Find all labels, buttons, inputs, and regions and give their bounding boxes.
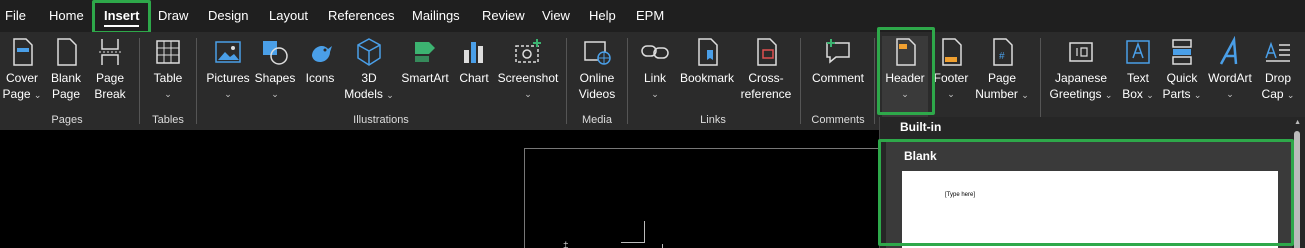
group-label-illustrations: Illustrations [353,114,409,126]
video-icon [581,36,613,68]
group-label-comments: Comments [811,114,865,126]
icons-button[interactable]: Icons [302,36,338,86]
group-separator [627,38,628,124]
page-number-icon: # [986,36,1018,68]
drop-cap-icon [1262,36,1294,68]
menu-draw[interactable]: Draw [158,0,188,32]
group-label-tables: Tables [152,114,184,126]
blank-page-icon [50,36,82,68]
wordart-button[interactable]: WordArt ⌄ [1206,36,1254,102]
comment-button[interactable]: Comment [808,36,868,86]
menu-design[interactable]: Design [208,0,248,32]
menu-bar: File Home Insert Draw Design Layout Refe… [0,0,1305,32]
online-videos-button[interactable]: Online Videos [574,36,620,102]
icons-icon [304,36,336,68]
gallery-scrollbar[interactable] [1294,131,1300,248]
cover-page-icon [6,36,38,68]
chart-button[interactable]: Chart [456,36,492,86]
table-icon [152,36,184,68]
wordart-icon [1214,36,1246,68]
smartart-icon [409,36,441,68]
pictures-icon [212,36,244,68]
chart-icon [458,36,490,68]
built-in-section-label: Built-in [900,120,942,134]
group-label-pages: Pages [51,114,83,126]
shapes-button[interactable]: Shapes ⌄ [254,36,296,102]
quick-parts-button[interactable]: Quick Parts ⌄ [1160,36,1204,103]
menu-file[interactable]: File [5,0,26,32]
footer-button[interactable]: Footer ⌄ [932,36,970,102]
shapes-icon [259,36,291,68]
group-label-links: Links [700,114,726,126]
bookmark-icon [691,36,723,68]
group-separator [874,38,875,124]
blank-page-button[interactable]: Blank Page [46,36,86,102]
document-page[interactable]: ‡ [524,148,884,248]
menu-review[interactable]: Review [482,0,525,32]
table-button[interactable]: Table ⌄ [148,36,188,102]
comment-icon [822,36,854,68]
group-label-media: Media [582,114,612,126]
link-icon [639,36,671,68]
pictures-button[interactable]: Pictures ⌄ [205,36,251,102]
group-separator [566,38,567,124]
menu-help[interactable]: Help [589,0,616,32]
scroll-up-icon[interactable]: ▲ [1294,119,1301,126]
page-break-icon [94,36,126,68]
page-number-button[interactable]: # Page Number ⌄ [972,36,1032,103]
text-box-icon [1122,36,1154,68]
greetings-icon [1065,36,1097,68]
cube-icon [353,36,385,68]
group-separator [1040,38,1041,124]
smartart-button[interactable]: SmartArt [400,36,450,86]
ribbon: Cover Page ⌄ Blank Page Page Break Pages… [0,32,1305,130]
insert-tab-highlight [92,0,151,34]
menu-view[interactable]: View [542,0,570,32]
quick-parts-icon [1166,36,1198,68]
blank-option-highlight [878,139,1294,246]
menu-epm[interactable]: EPM [636,0,664,32]
menu-mailings[interactable]: Mailings [412,0,460,32]
svg-text:#: # [999,51,1005,62]
header-button-highlight [877,27,935,115]
margin-tick [662,244,663,248]
link-button[interactable]: Link ⌄ [636,36,674,102]
camera-icon [512,36,544,68]
text-cursor: ‡ [563,241,569,248]
cross-reference-icon [750,36,782,68]
margin-crop-mark [621,221,645,243]
japanese-greetings-button[interactable]: Japanese Greetings ⌄ [1048,36,1114,103]
drop-cap-button[interactable]: Drop Cap ⌄ [1256,36,1300,103]
3d-models-button[interactable]: 3D Models ⌄ [342,36,396,103]
menu-home[interactable]: Home [49,0,84,32]
group-separator [196,38,197,124]
page-break-button[interactable]: Page Break [90,36,130,102]
menu-layout[interactable]: Layout [269,0,308,32]
group-separator [139,38,140,124]
cover-page-button[interactable]: Cover Page ⌄ [2,36,42,103]
footer-icon [935,36,967,68]
cross-reference-button[interactable]: Cross- reference [738,36,794,102]
text-box-button[interactable]: Text Box ⌄ [1118,36,1158,103]
bookmark-button[interactable]: Bookmark [678,36,736,86]
group-separator [800,38,801,124]
menu-references[interactable]: References [328,0,394,32]
screenshot-button[interactable]: Screenshot ⌄ [496,36,560,102]
